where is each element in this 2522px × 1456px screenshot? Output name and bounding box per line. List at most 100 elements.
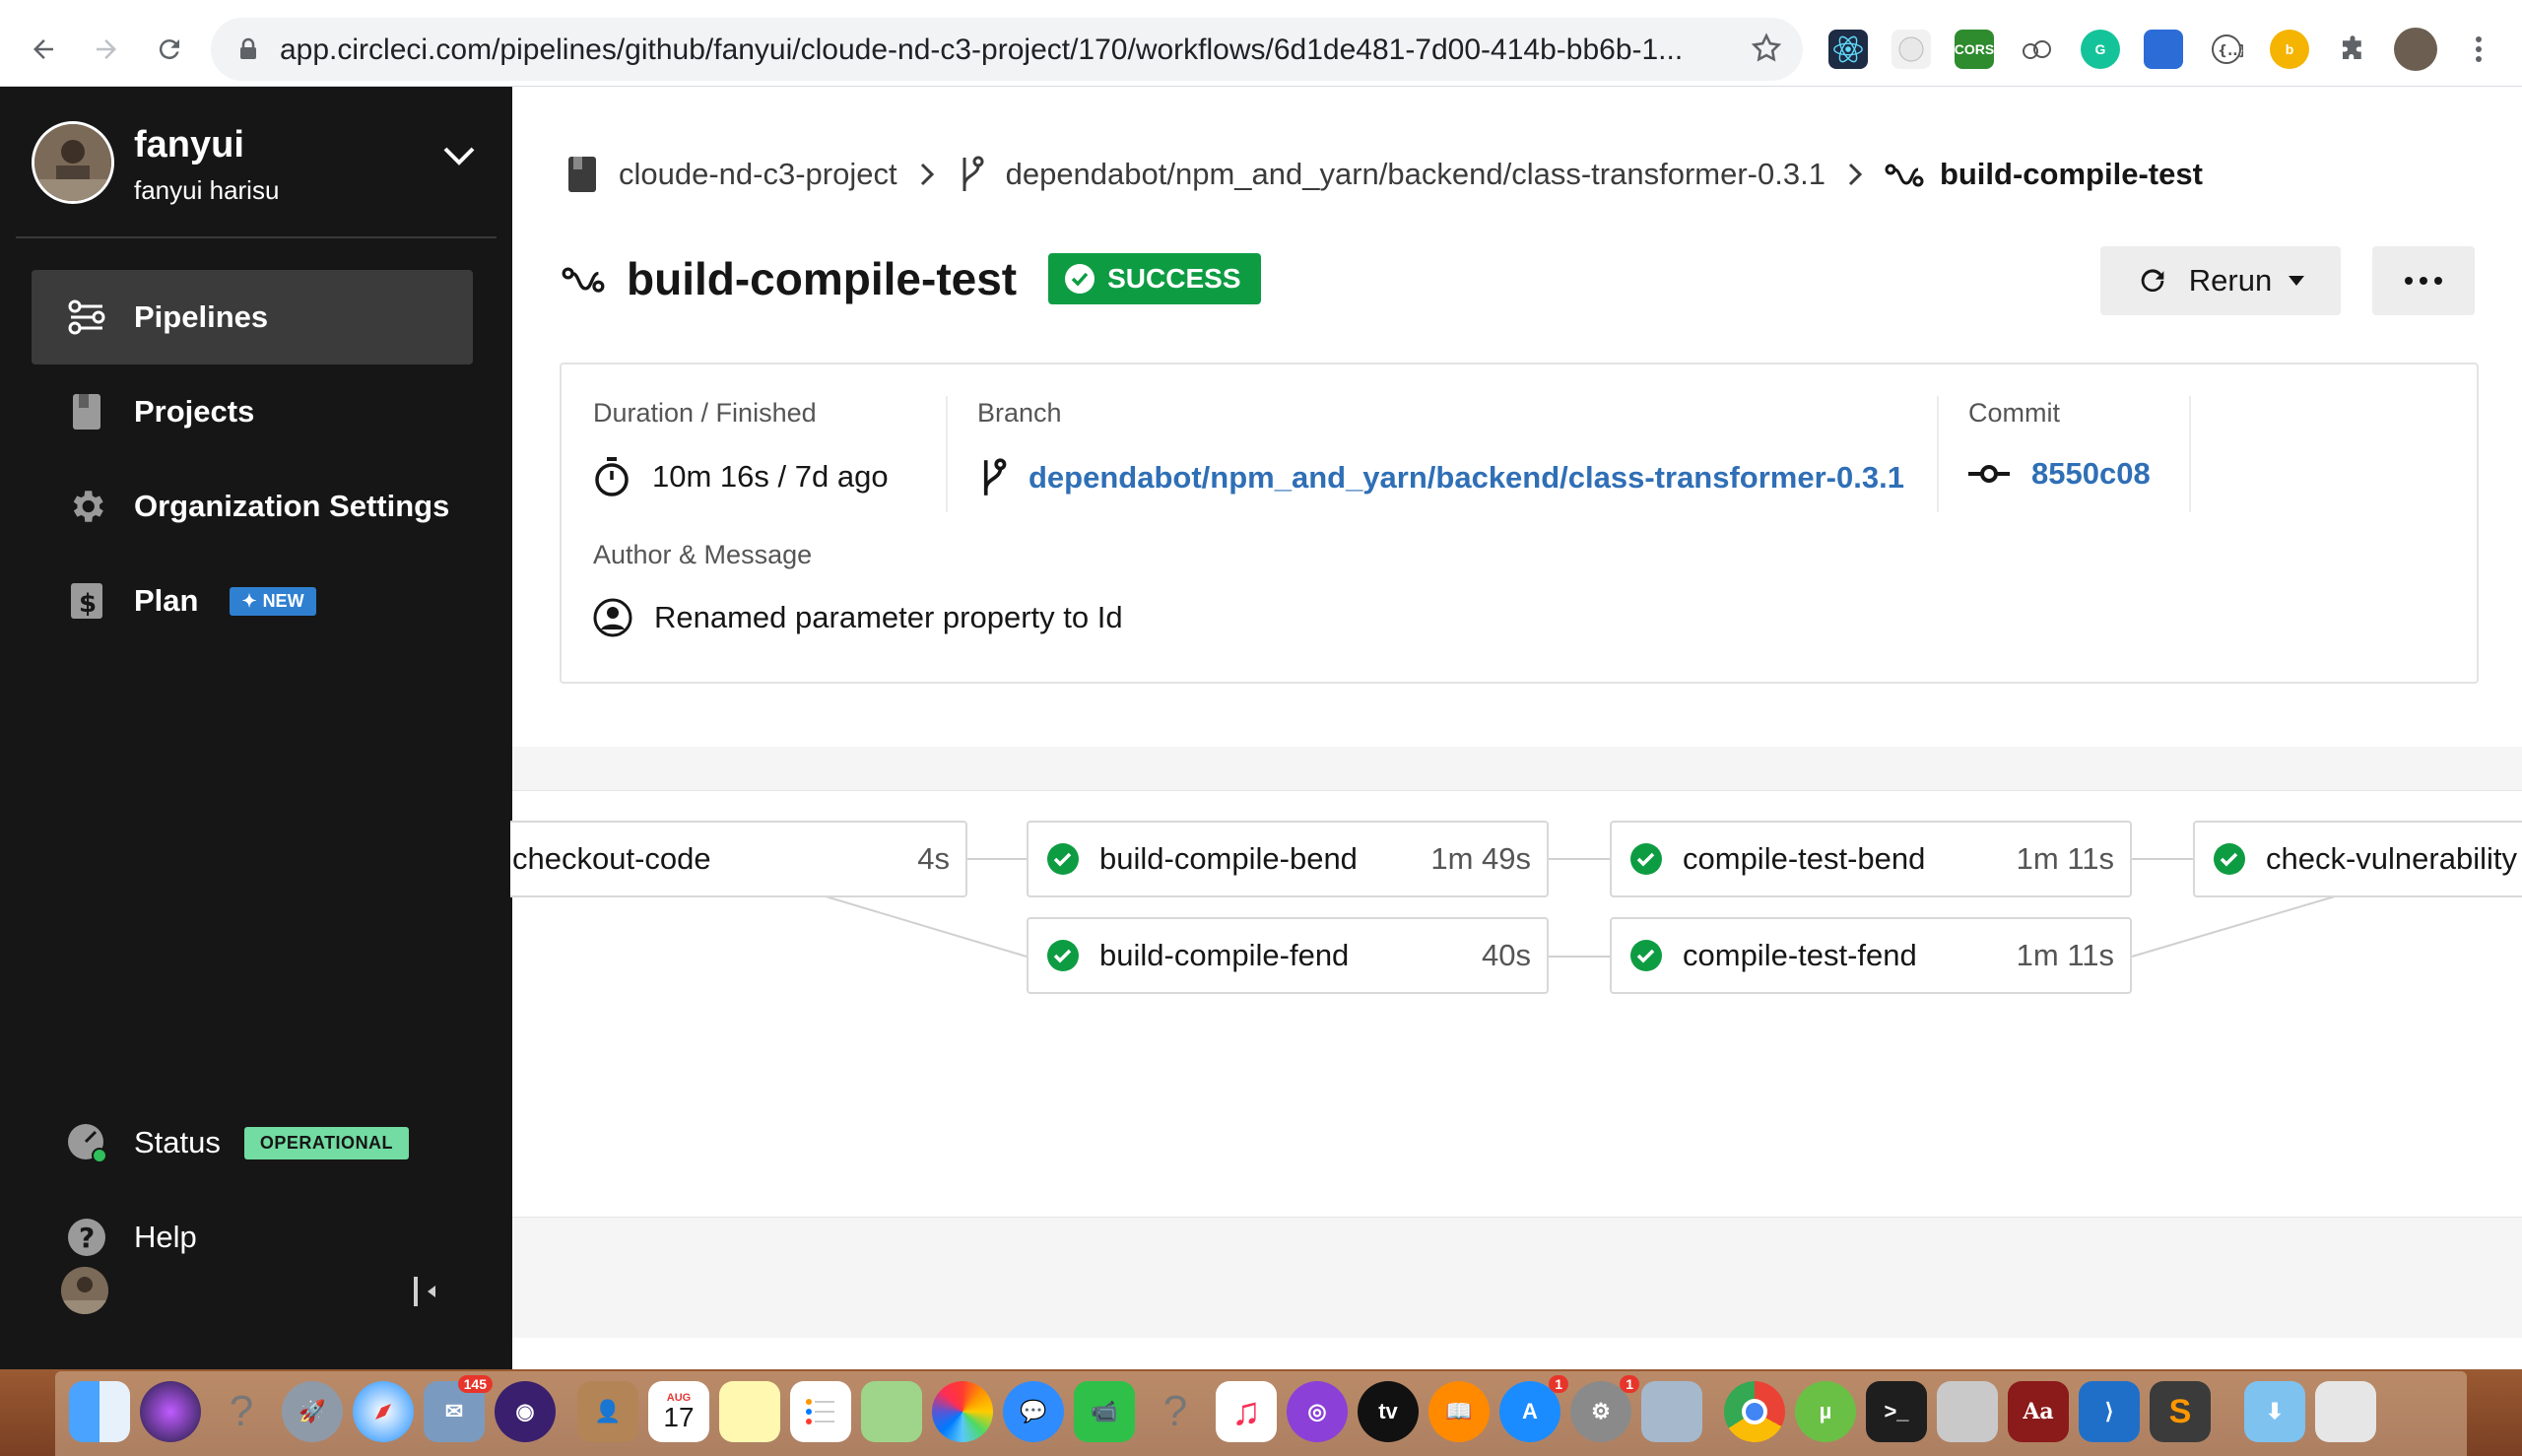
divider [1937,396,1939,512]
user-avatar-small[interactable] [61,1267,108,1314]
job-check-vulnerability[interactable]: check-vulnerability [2193,821,2522,897]
svg-text:{..}: {..} [2218,43,2243,59]
messages-icon[interactable]: 💬 [1003,1381,1064,1442]
user-fullname: fanyui harisu [134,175,280,205]
dictionary-icon[interactable]: Aa [2008,1381,2069,1442]
address-bar[interactable]: app.circleci.com/pipelines/github/fanyui… [211,18,1803,81]
check-circle-icon [1046,842,1080,876]
app-store-icon[interactable]: A1 [1499,1375,1568,1442]
svg-text:?: ? [79,1222,95,1254]
job-build-compile-fend[interactable]: build-compile-fend 40s [1027,917,1549,994]
user-avatar[interactable] [32,121,114,204]
commit-label: Commit [1968,398,2060,428]
tor-browser-icon[interactable]: ◉ [495,1381,556,1442]
launchpad-icon[interactable]: 🚀 [282,1381,343,1442]
branch-link[interactable]: dependabot/npm_and_yarn/backend/class-tr… [1029,460,1904,496]
commit-section: Commit 8550c08 [1968,398,2151,492]
commit-icon [1968,463,2010,485]
preview-icon[interactable] [1641,1381,1702,1442]
calculator-icon[interactable] [1937,1381,1998,1442]
divider [946,396,948,512]
dock: ? 🚀 ✉ 145 ◉ 👤 AUG 17 💬 📹 ? ♫ ◎ tv 📖 A1 ⚙ 1… [55,1371,2467,1456]
photos-icon[interactable] [932,1381,993,1442]
collapse-sidebar-icon[interactable] [412,1275,441,1313]
sidebar-item-organization-settings[interactable]: Organization Settings [32,459,473,554]
duration-label: Duration / Finished [593,398,817,428]
terminal-icon[interactable]: >_ [1866,1381,1927,1442]
sidebar-item-status[interactable]: Status OPERATIONAL [32,1095,473,1190]
back-button[interactable] [18,24,69,75]
bookmark-star-icon[interactable] [1750,32,1783,70]
grammarly-icon[interactable]: G [2081,30,2120,69]
utorrent-icon[interactable]: µ [1795,1381,1856,1442]
finder-icon[interactable] [69,1381,130,1442]
job-name: build-compile-fend [1099,938,1350,972]
browser-menu-icon[interactable] [2459,30,2498,69]
music-icon[interactable]: ♫ [1216,1381,1277,1442]
profile-avatar-icon[interactable] [2394,28,2437,71]
sidebar-divider [16,236,497,238]
extension-circle-icon[interactable] [1892,30,1931,69]
extension-coin-icon[interactable]: b [2270,30,2309,69]
extensions-puzzle-icon[interactable] [2333,30,2372,69]
breadcrumb-project[interactable]: cloude-nd-c3-project [567,156,897,193]
dollar-icon: $ [65,579,108,623]
siri-icon[interactable] [140,1381,201,1442]
unknown-app-icon[interactable]: ? [211,1381,272,1442]
downloads-folder-icon[interactable]: ⬇ [2244,1381,2305,1442]
more-options-button[interactable] [2372,246,2475,315]
sublime-text-icon[interactable]: S [2150,1381,2211,1442]
breadcrumb: cloude-nd-c3-project dependabot/npm_and_… [567,150,2203,199]
unknown-app-icon[interactable]: ? [1145,1381,1206,1442]
operational-badge: OPERATIONAL [243,1126,410,1159]
url-text: app.circleci.com/pipelines/github/fanyui… [280,33,1684,66]
extension-cloud-icon[interactable] [2018,30,2057,69]
extension-window-icon[interactable] [2144,30,2183,69]
workflow-icon [562,262,605,296]
branch-icon [957,154,984,195]
notes-icon[interactable] [719,1381,780,1442]
caret-down-icon [2288,275,2305,287]
breadcrumb-workflow[interactable]: build-compile-test [1885,157,2203,192]
chrome-icon[interactable] [1724,1381,1785,1442]
job-checkout-code[interactable]: checkout-code 4s [510,821,967,897]
status-badge: SUCCESS [1048,253,1261,304]
breadcrumb-branch[interactable]: dependabot/npm_and_yarn/backend/class-tr… [957,154,1825,195]
system-preferences-icon[interactable]: ⚙ 1 [1570,1375,1639,1442]
check-circle-icon [1046,939,1080,972]
extension-code-icon[interactable]: {..} [2207,30,2246,69]
chevron-down-icon[interactable] [441,144,477,172]
sidebar-item-pipelines[interactable]: Pipelines [32,270,473,364]
trash-icon[interactable] [2315,1381,2376,1442]
branch-section: Branch dependabot/npm_and_yarn/backend/c… [977,398,1904,499]
react-devtools-icon[interactable] [1828,30,1868,69]
safari-icon[interactable] [353,1381,414,1442]
reminders-icon[interactable] [790,1381,851,1442]
job-name: build-compile-bend [1099,841,1358,876]
stopwatch-icon [593,456,630,497]
rerun-button[interactable]: Rerun [2100,246,2341,315]
job-compile-test-fend[interactable]: compile-test-fend 1m 11s [1610,917,2132,994]
sidebar-item-plan[interactable]: $ Plan ✦ NEW [32,554,473,648]
calendar-icon[interactable]: AUG 17 [648,1381,709,1442]
job-name: check-vulnerability [2266,841,2517,876]
podcasts-icon[interactable]: ◎ [1287,1381,1348,1442]
facetime-icon[interactable]: 📹 [1074,1381,1135,1442]
maps-icon[interactable] [861,1381,922,1442]
commit-link[interactable]: 8550c08 [2031,456,2151,492]
forward-button[interactable] [81,24,132,75]
workflow-graph: checkout-code 4s build-compile-bend 1m 4… [510,790,2522,1218]
apple-tv-icon[interactable]: tv [1358,1381,1419,1442]
help-label: Help [134,1220,197,1254]
contacts-icon[interactable]: 👤 [577,1381,638,1442]
job-compile-test-bend[interactable]: compile-test-bend 1m 11s [1610,821,2132,897]
sidebar-item-projects[interactable]: Projects [32,364,473,459]
job-build-compile-bend[interactable]: build-compile-bend 1m 49s [1027,821,1549,897]
job-duration: 1m 11s [2016,938,2114,972]
cors-extension-icon[interactable]: CORS [1955,30,1994,69]
vscode-icon[interactable]: ⟩ [2079,1381,2140,1442]
job-name: compile-test-bend [1683,841,1926,876]
reload-button[interactable] [144,24,195,75]
mail-icon[interactable]: ✉ 145 [424,1375,493,1442]
books-icon[interactable]: 📖 [1428,1381,1490,1442]
